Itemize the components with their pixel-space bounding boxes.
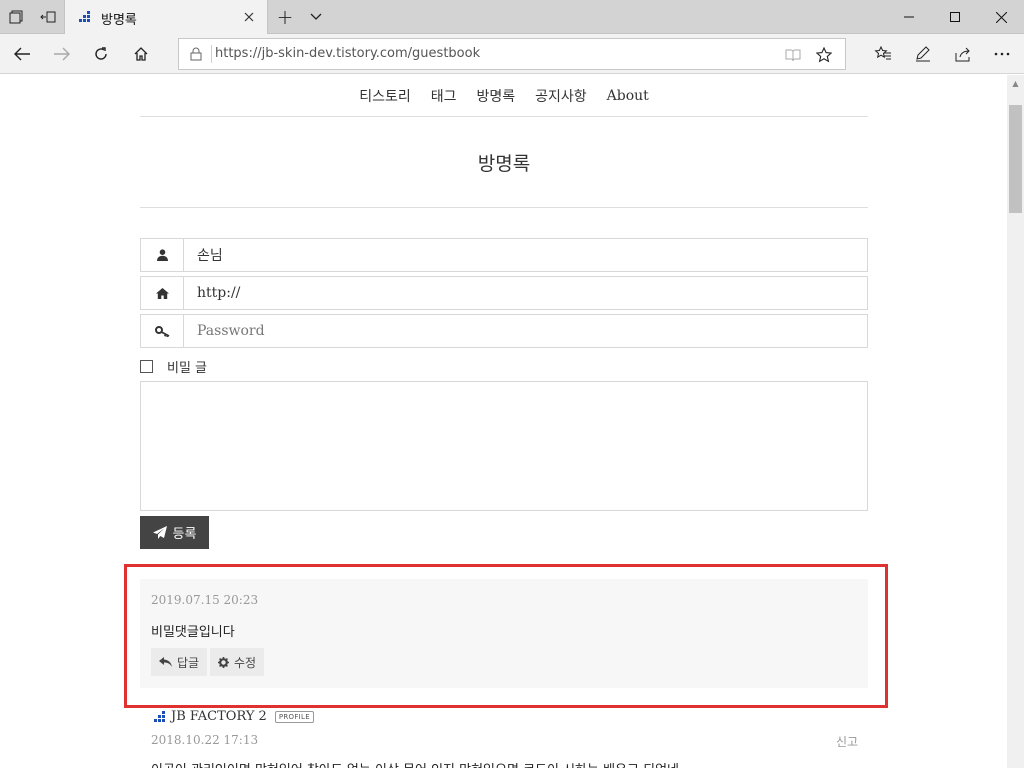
home-icon[interactable]: [125, 38, 157, 70]
name-field: [140, 238, 868, 272]
paper-plane-icon: [152, 526, 167, 539]
scrollbar-thumb[interactable]: [1009, 105, 1022, 213]
address-bar[interactable]: https://jb-skin-dev.tistory.com/guestboo…: [178, 38, 846, 70]
name-input[interactable]: [185, 239, 865, 271]
entry-text: 비밀댓글입니다: [151, 625, 235, 640]
tab-list-chevron-icon[interactable]: [304, 4, 328, 30]
favorite-star-icon[interactable]: [813, 44, 835, 66]
favorites-hub-icon[interactable]: [867, 38, 899, 70]
tab-actions-icon[interactable]: [0, 0, 32, 34]
homepage-field: [140, 276, 868, 310]
submit-label: 등록: [172, 526, 197, 541]
password-input[interactable]: [185, 315, 865, 347]
browser-titlebar: 방명록 +: [0, 0, 1024, 34]
reply-button[interactable]: 답글: [151, 648, 208, 676]
active-tab[interactable]: 방명록: [64, 0, 268, 34]
entry-date: 2018.10.22 17:13: [151, 733, 259, 747]
author-name[interactable]: JB FACTORY 2: [171, 709, 267, 724]
close-window-icon[interactable]: [978, 0, 1024, 34]
report-link[interactable]: 신고: [836, 733, 858, 750]
edit-button[interactable]: 수정: [210, 648, 265, 676]
nav-link-tistory[interactable]: 티스토리: [359, 86, 411, 106]
author-logo-icon: [154, 710, 165, 722]
user-icon: [141, 239, 184, 271]
page-title: 방명록: [140, 117, 868, 208]
set-tabs-aside-icon[interactable]: [32, 0, 64, 34]
browser-toolbar: https://jb-skin-dev.tistory.com/guestboo…: [0, 34, 1024, 74]
nav-link-guestbook[interactable]: 방명록: [476, 86, 515, 106]
edit-label: 수정: [234, 655, 257, 670]
forward-arrow-icon[interactable]: [46, 38, 78, 70]
scroll-up-arrow-icon[interactable]: ▲: [1007, 75, 1024, 92]
tab-title: 방명록: [101, 13, 137, 28]
back-arrow-icon[interactable]: [6, 38, 38, 70]
message-textarea[interactable]: [140, 381, 868, 511]
new-tab-button[interactable]: +: [272, 4, 298, 30]
more-menu-icon[interactable]: [986, 38, 1018, 70]
key-icon: [141, 315, 184, 347]
tistory-favicon-icon: [79, 11, 90, 22]
url-text[interactable]: https://jb-skin-dev.tistory.com/guestboo…: [215, 46, 480, 61]
entry-date: 2019.07.15 20:23: [151, 593, 259, 607]
minimize-icon[interactable]: [886, 0, 932, 34]
lock-icon: [190, 47, 202, 61]
nav-link-notice[interactable]: 공지사항: [535, 86, 587, 106]
nav-link-about[interactable]: About: [607, 88, 649, 104]
password-field: [140, 314, 868, 348]
site-navigation: 티스토리 태그 방명록 공지사항 About: [140, 75, 868, 117]
reply-label: 답글: [177, 655, 200, 670]
share-icon[interactable]: [947, 38, 979, 70]
secret-checkbox[interactable]: [140, 359, 153, 373]
secret-label: 비밀 글: [167, 360, 208, 376]
vertical-scrollbar[interactable]: ▲: [1007, 75, 1024, 768]
nav-link-tag[interactable]: 태그: [431, 86, 457, 106]
submit-button[interactable]: 등록: [140, 516, 209, 549]
maximize-icon[interactable]: [932, 0, 978, 34]
entry-author: JB FACTORY 2 PROFILE: [152, 709, 314, 724]
tab-close-icon[interactable]: [239, 7, 259, 27]
refresh-icon[interactable]: [85, 38, 117, 70]
reading-view-icon[interactable]: [783, 45, 803, 65]
address-separator: [211, 45, 212, 63]
entry-text: 이곳이 관리인이면 막혀있어 찾아도 없는 이상 문어 인지 막혀있으면 코드이…: [151, 759, 679, 768]
guestbook-entry: 2019.07.15 20:23 비밀댓글입니다 답글 수정: [140, 579, 868, 688]
page-viewport: 티스토리 태그 방명록 공지사항 About 방명록 비밀 글 등록 2019.…: [0, 75, 1007, 768]
home-icon: [141, 277, 184, 309]
profile-badge[interactable]: PROFILE: [274, 710, 314, 723]
gear-icon: [218, 656, 229, 668]
secret-row: 비밀 글: [140, 356, 207, 376]
reply-arrow-icon: [159, 657, 172, 667]
homepage-input[interactable]: [185, 277, 865, 309]
notes-pen-icon[interactable]: [907, 38, 939, 70]
